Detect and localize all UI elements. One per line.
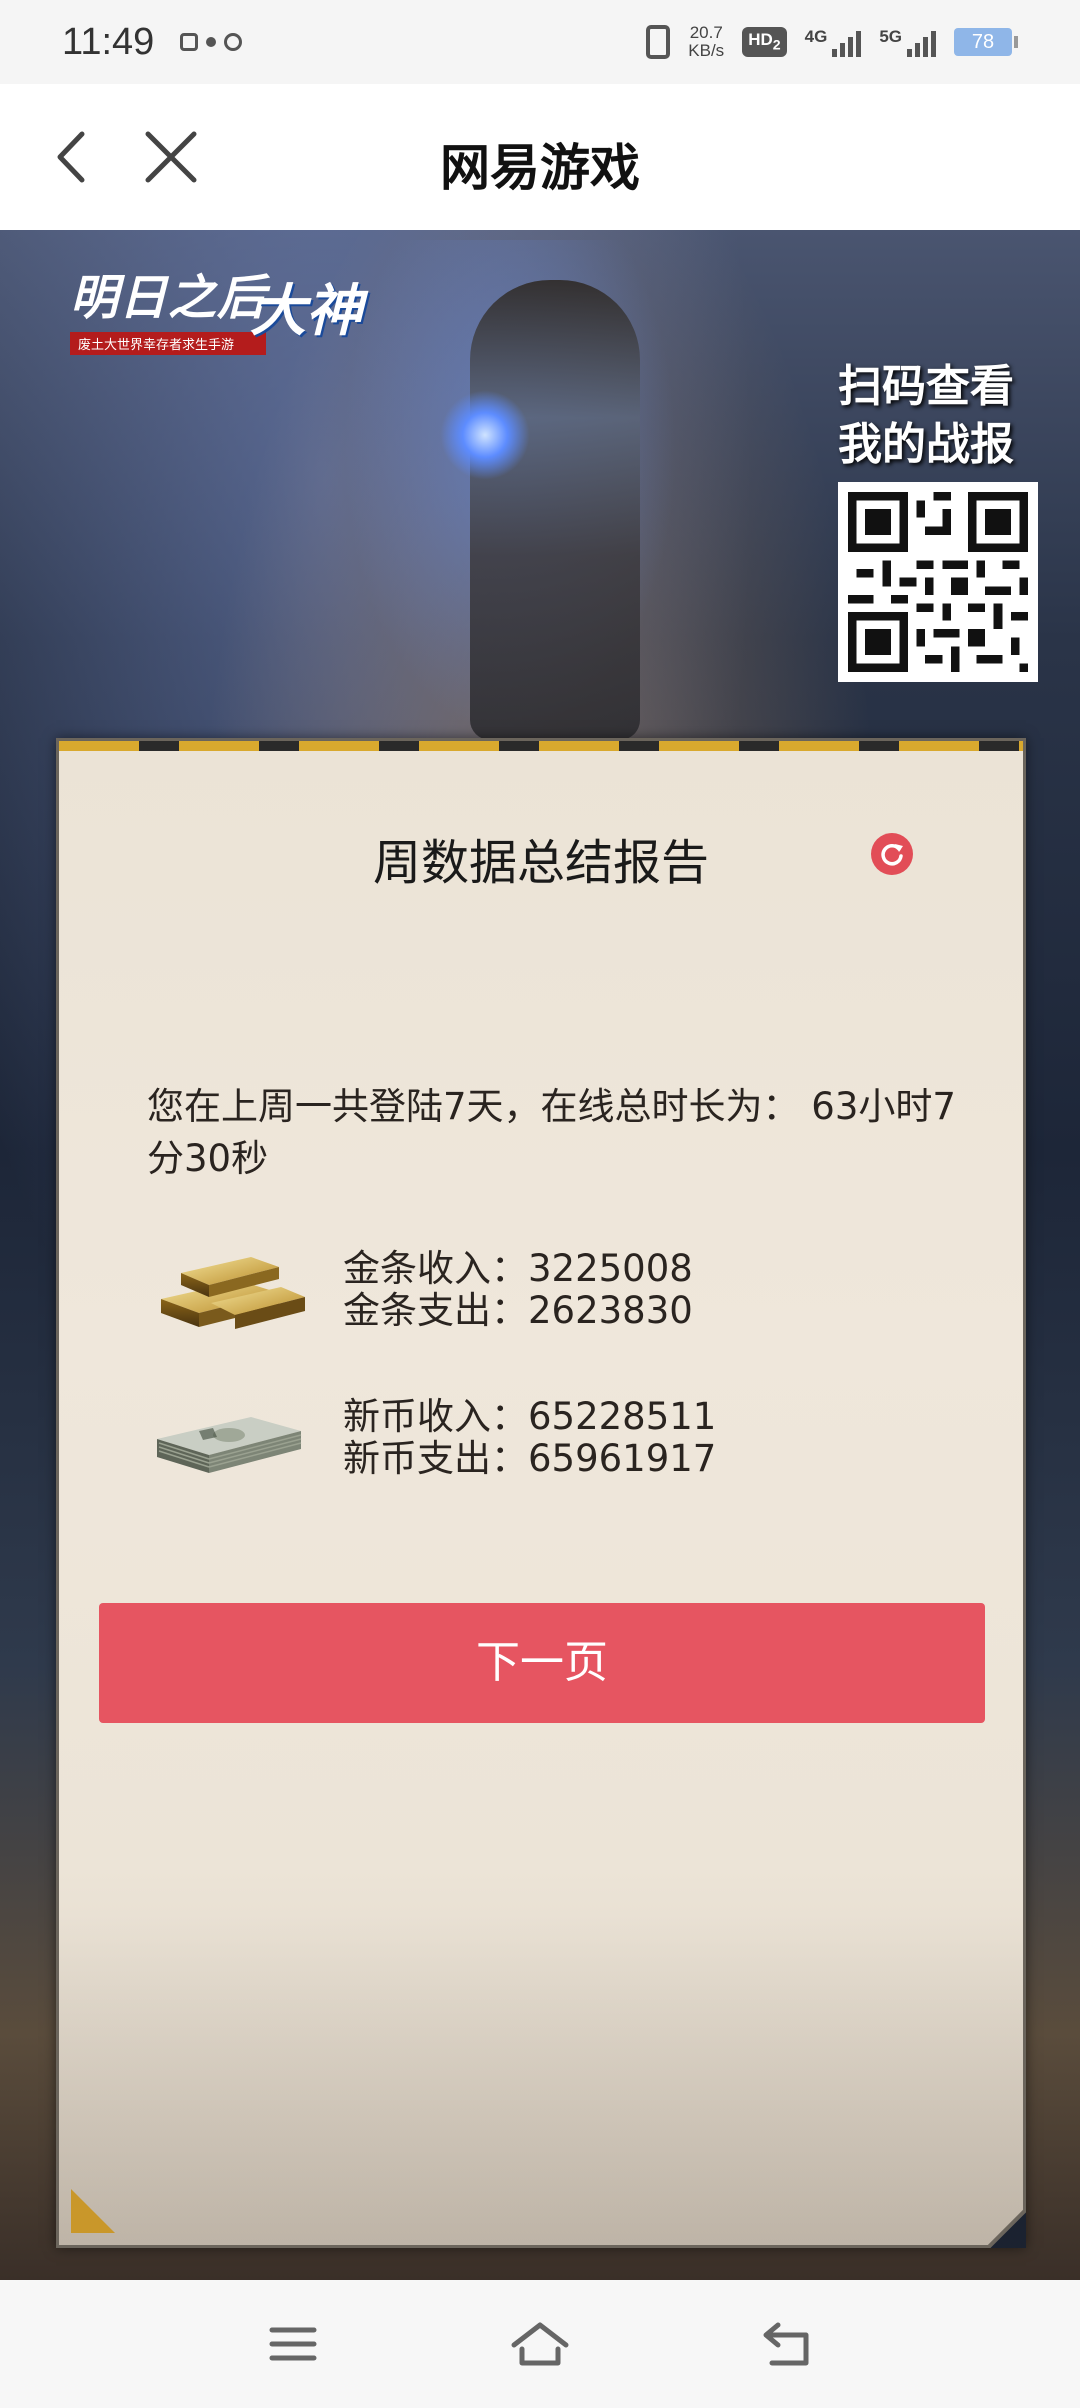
net-speed: 20.7 KB/s xyxy=(688,24,724,60)
weekly-summary-text: 您在上周一共登陆7天，在线总时长为： 63小时7分30秒 xyxy=(147,1085,956,1180)
card-fade xyxy=(59,1915,1023,2245)
hd-sub: 2 xyxy=(772,37,781,54)
qr-code xyxy=(838,482,1038,682)
notification-icons xyxy=(180,33,243,51)
gold-expense-row: 金条支出： 2623830 xyxy=(343,1290,693,1332)
dot-icon xyxy=(206,37,217,47)
hd-icon: HD2 xyxy=(742,27,787,57)
nav-menu-button[interactable] xyxy=(263,2314,323,2374)
weibo-icon xyxy=(224,33,243,51)
status-time: 11:49 xyxy=(62,20,155,63)
game-logo: 明日之后 废土大世界幸存者求生手游 xyxy=(70,258,267,355)
hazard-stripe xyxy=(59,741,1023,751)
signal-5g-label: 5G xyxy=(879,27,902,46)
signal-4g-label: 4G xyxy=(804,27,828,46)
lightning-effect xyxy=(440,390,530,480)
corner-decoration xyxy=(71,2189,115,2233)
coin-expense-value: 65961917 xyxy=(528,1437,717,1480)
game-logo-text: 明日之后 xyxy=(70,270,267,326)
gold-income-value: 3225008 xyxy=(528,1247,693,1290)
report-card: 周数据总结报告 您在上周一共登陆7天，在线总时长为： 63小时7分30秒 金条收… xyxy=(56,738,1026,2248)
qr-caption: 扫码查看 我的战报 xyxy=(838,358,1014,474)
coin-income-label: 新币收入： xyxy=(343,1395,528,1438)
qr-code-icon xyxy=(848,492,1028,672)
app-notification-icon xyxy=(180,33,199,51)
back-icon xyxy=(763,2322,809,2366)
refresh-icon xyxy=(881,844,903,866)
home-icon xyxy=(511,2322,569,2366)
nav-home-button[interactable] xyxy=(510,2314,570,2374)
gold-expense-value: 2623830 xyxy=(528,1289,693,1332)
status-right: 20.7 KB/s HD2 4G 5G 78 xyxy=(646,24,1018,60)
coin-income-value: 65228511 xyxy=(528,1395,717,1438)
cash-stack-icon xyxy=(157,1417,302,1473)
coin-stat-lines: 新币收入： 65228511 新币支出： 65961917 xyxy=(343,1396,716,1480)
qr-caption-line1: 扫码查看 xyxy=(838,361,1014,412)
dashen-logo: 大神 xyxy=(250,279,362,344)
menu-icon xyxy=(269,2327,317,2361)
game-logo-subtitle: 废土大世界幸存者求生手游 xyxy=(70,332,267,355)
coin-stats: 新币收入： 65228511 新币支出： 65961917 xyxy=(151,1389,716,1487)
refresh-button[interactable] xyxy=(871,833,913,875)
coin-income-row: 新币收入： 65228511 xyxy=(343,1396,716,1438)
gold-income-label: 金条收入： xyxy=(343,1247,528,1290)
corner-cut xyxy=(986,2208,1026,2248)
title-bar: 网易游戏 xyxy=(0,84,1080,230)
gold-expense-label: 金条支出： xyxy=(343,1289,528,1332)
vibrate-icon xyxy=(646,25,671,59)
system-nav-bar xyxy=(0,2280,1080,2408)
gold-bars-icon xyxy=(161,1257,305,1329)
net-speed-value: 20.7 xyxy=(689,23,723,42)
status-bar: 11:49 20.7 KB/s HD2 4G 5G 78 xyxy=(0,0,1080,84)
hd-label: HD xyxy=(748,30,773,50)
qr-caption-line2: 我的战报 xyxy=(838,419,1014,470)
gold-stat-lines: 金条收入： 3225008 金条支出： 2623830 xyxy=(343,1248,693,1332)
gold-stats: 金条收入： 3225008 金条支出： 2623830 xyxy=(151,1241,693,1339)
nav-back-button[interactable] xyxy=(757,2314,817,2374)
net-speed-unit: KB/s xyxy=(688,41,725,60)
battery-icon: 78 xyxy=(954,28,1018,56)
next-page-button[interactable]: 下一页 xyxy=(99,1603,985,1723)
coin-expense-label: 新币支出： xyxy=(343,1437,528,1480)
coin-expense-row: 新币支出： 65961917 xyxy=(343,1438,716,1480)
gold-income-row: 金条收入： 3225008 xyxy=(343,1248,693,1290)
signal-4g-icon: 4G xyxy=(805,27,862,57)
page-title: 网易游戏 xyxy=(440,139,640,197)
hero-character-image xyxy=(470,280,640,740)
battery-level: 78 xyxy=(954,28,1012,56)
signal-5g-icon: 5G xyxy=(879,27,936,57)
